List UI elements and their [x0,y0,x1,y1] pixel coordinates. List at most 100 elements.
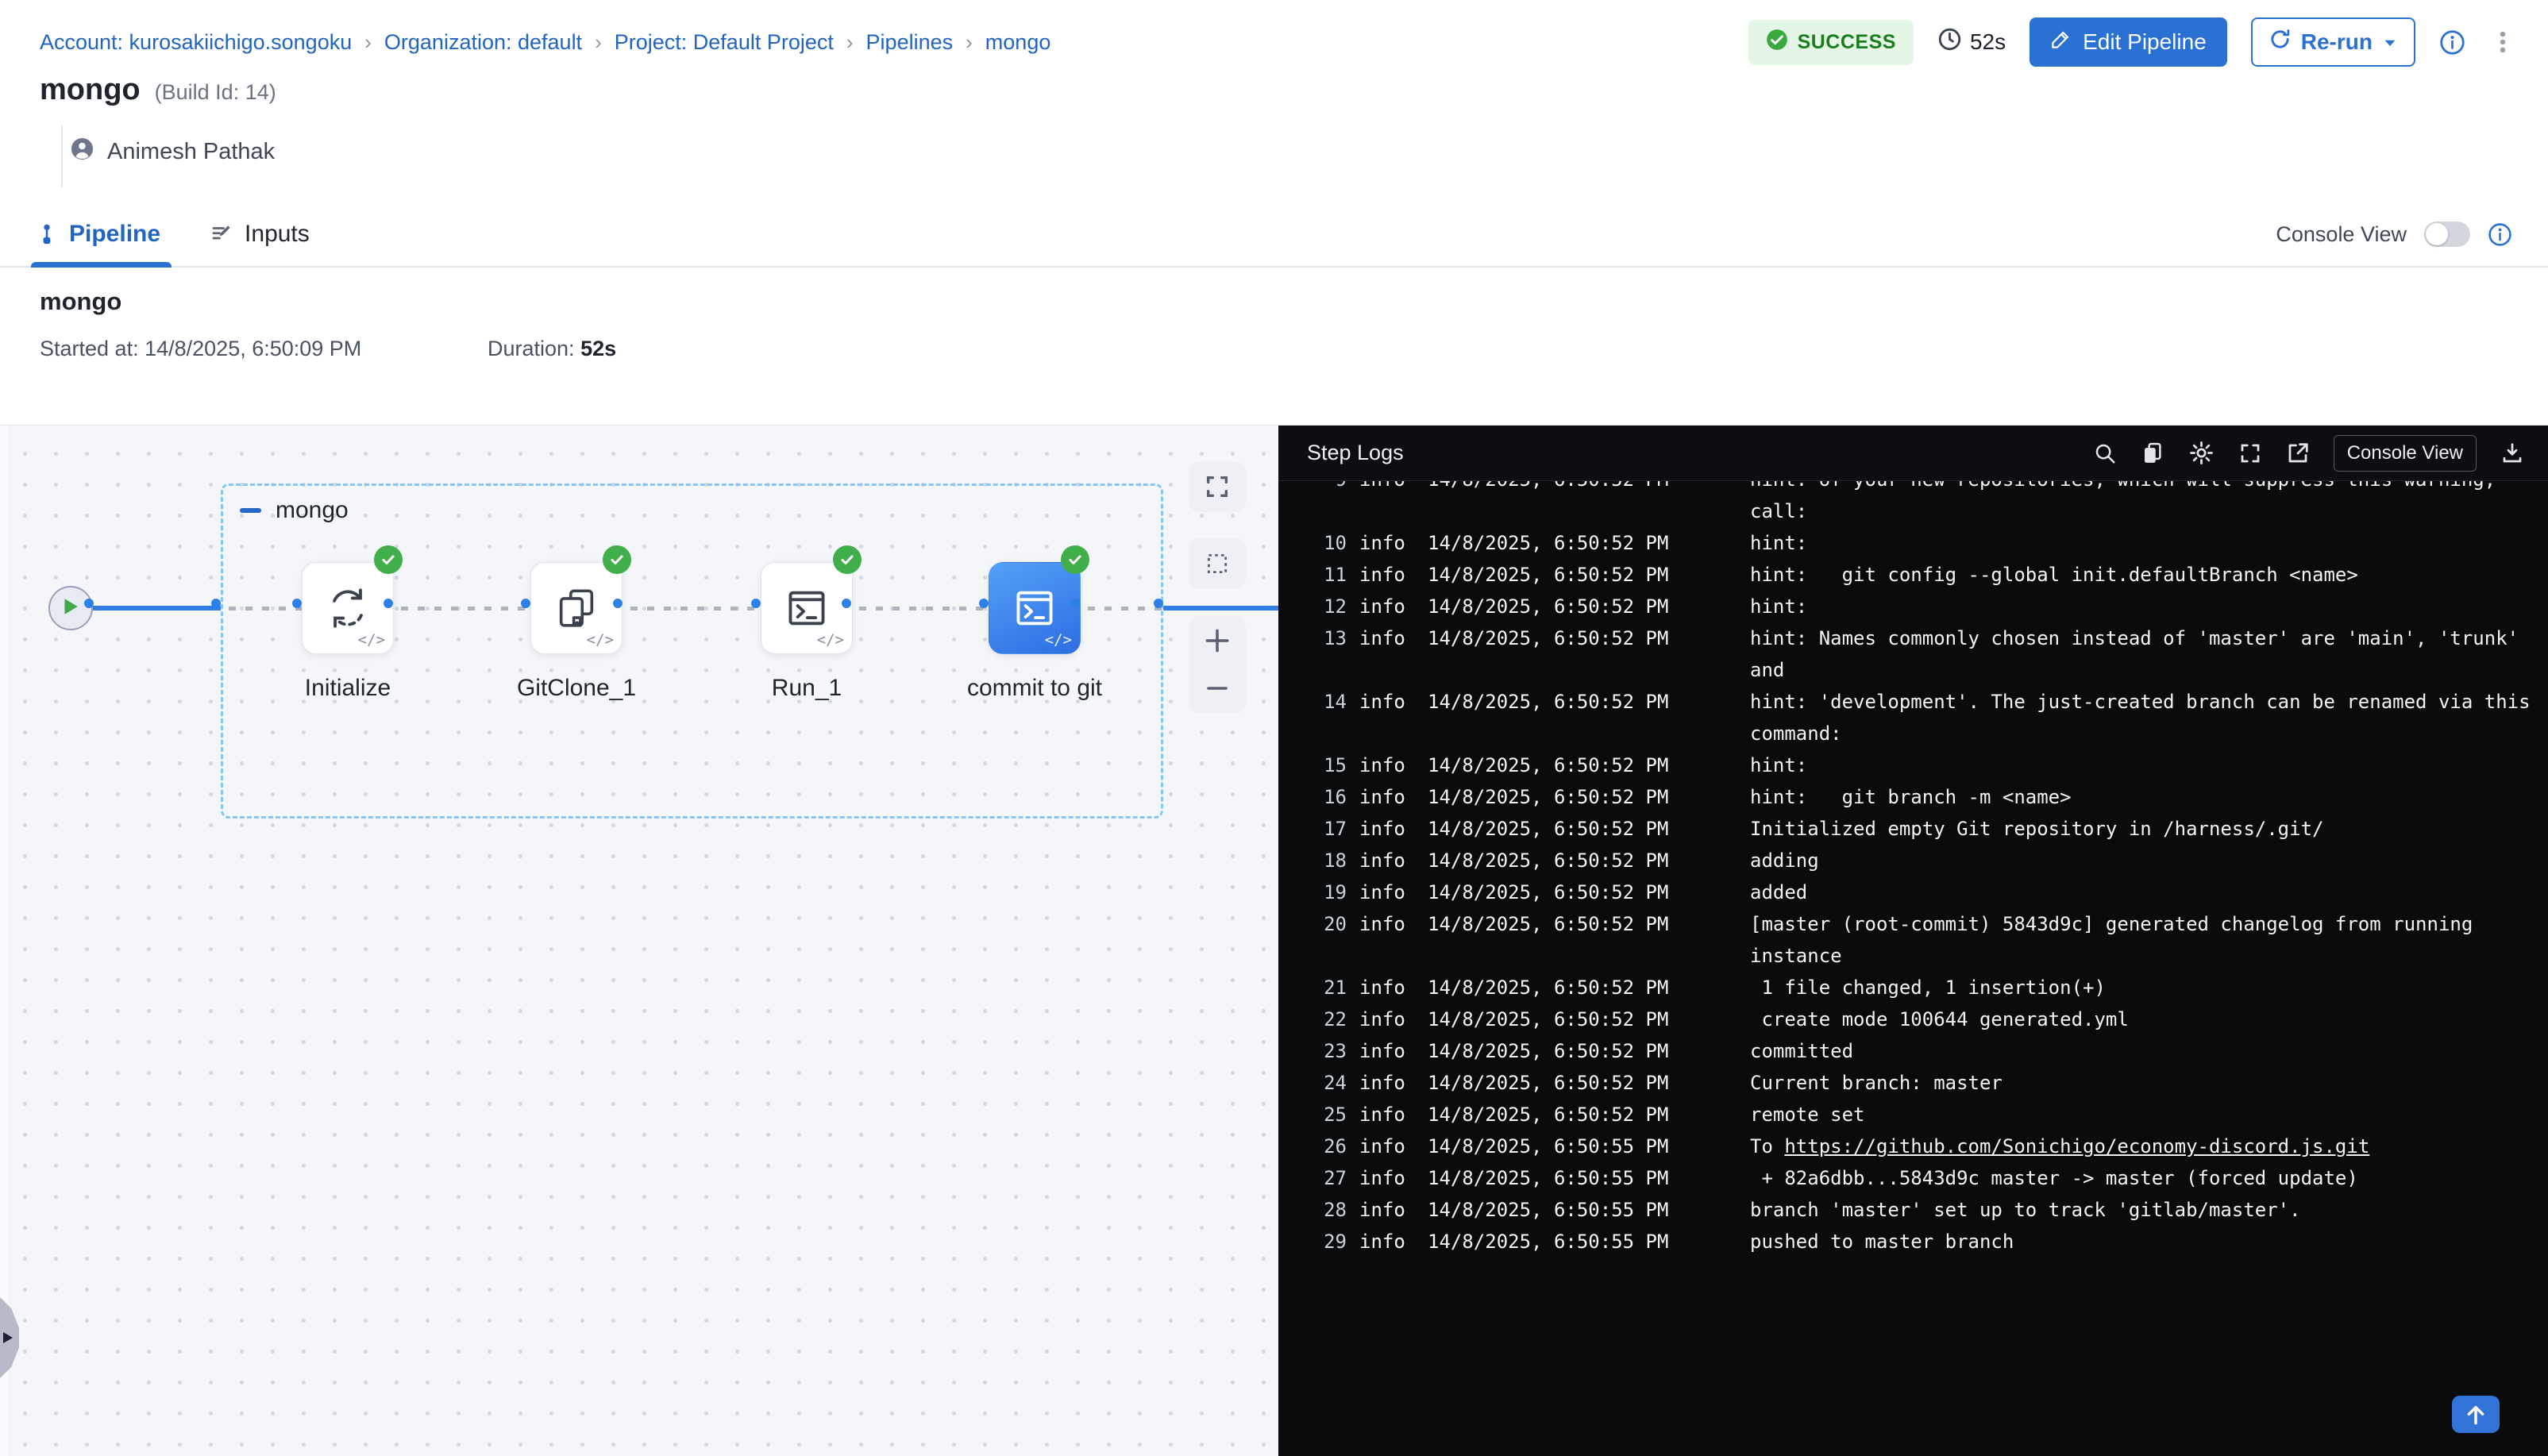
edit-pipeline-button[interactable]: Edit Pipeline [2030,17,2227,67]
log-row: 25info14/8/2025, 6:50:52 PMremote set [1313,1099,2548,1131]
expand-panel-handle[interactable] [0,1297,19,1378]
log-message: hint: git config --global init.defaultBr… [1750,559,2548,591]
kebab-menu-icon[interactable] [2489,29,2516,56]
log-message-text: hint: Names commonly chosen instead of '… [1750,622,2548,654]
tab-inputs-label: Inputs [245,221,310,248]
rerun-button[interactable]: Re-run [2251,17,2415,67]
code-glyph-icon: </> [817,631,844,649]
log-level: info [1359,1194,1415,1226]
tab-pipeline[interactable]: Pipeline [36,202,160,266]
log-fullscreen-icon[interactable] [2238,441,2262,465]
edge-stage-to-initialize [229,607,302,611]
step-logs-header: Step Logs Console View [1278,426,2548,481]
log-message: 1 file changed, 1 insertion(+) [1750,972,2548,1003]
log-message: hint: of your new repositories, which wi… [1750,481,2548,527]
expand-arrow-icon [2,1331,13,1344]
log-row: 24info14/8/2025, 6:50:52 PMCurrent branc… [1313,1067,2548,1099]
log-row: 11info14/8/2025, 6:50:52 PMhint: git con… [1313,559,2548,591]
connector-dot [1070,599,1080,608]
log-line-number: 13 [1313,622,1347,654]
pipeline-node-run-1[interactable]: </> [761,562,853,654]
log-level: info [1359,749,1415,781]
success-badge-icon [1061,545,1089,574]
log-timestamp: 14/8/2025, 6:50:52 PM [1428,481,1737,495]
log-level: info [1359,622,1415,654]
log-timestamp: 14/8/2025, 6:50:52 PM [1428,876,1737,908]
log-message: added [1750,876,2548,908]
log-search-icon[interactable] [2093,441,2117,465]
node-label: Initialize [305,675,391,702]
stage-collapse-icon[interactable] [240,508,261,513]
console-view-label: Console View [2276,222,2407,247]
log-message-text: hint: 'development'. The just-created br… [1750,686,2548,718]
zoom-out-button[interactable] [1202,673,1232,703]
log-line-number: 24 [1313,1067,1347,1099]
log-message: + 82a6dbb...5843d9c master -> master (fo… [1750,1162,2548,1194]
log-settings-icon[interactable] [2188,440,2215,466]
log-message: adding [1750,845,2548,876]
log-link[interactable]: https://github.com/Sonichigo/economy-dis… [1784,1135,2369,1157]
log-line-number: 9 [1313,481,1347,495]
pencil-icon [2050,29,2072,56]
pipeline-node-commit-to-git[interactable]: </> [989,562,1081,654]
log-timestamp: 14/8/2025, 6:50:52 PM [1428,591,1737,622]
status-label: SUCCESS [1798,31,1896,54]
connector-dot [751,599,761,608]
log-level: info [1359,686,1415,718]
started-label: Started at: [40,337,139,360]
pipeline-node-gitclone-1[interactable]: </> [530,562,623,654]
log-message: hint: git branch -m <name> [1750,781,2548,813]
canvas-select-button[interactable] [1189,538,1246,589]
log-message: committed [1750,1035,2548,1067]
log-line-number: 29 [1313,1226,1347,1258]
log-timestamp: 14/8/2025, 6:50:52 PM [1428,908,1737,940]
log-message-text: hint: [1750,527,2548,559]
log-message-text: and [1750,654,2548,686]
log-message-text: To [1750,1135,1784,1157]
log-copy-icon[interactable] [2141,441,2164,465]
pipeline-start-node[interactable] [48,586,93,630]
log-line-number: 15 [1313,749,1347,781]
breadcrumb-link-1[interactable]: Organization: default [384,30,582,55]
pipeline-node-wrapper-initialize: </>Initialize [302,562,394,654]
tab-inputs[interactable]: Inputs [210,202,310,266]
scroll-to-top-button[interactable] [2452,1396,2500,1433]
pipeline-canvas[interactable]: mongo </>Initialize</>GitClone_1</>Run_1… [0,426,1278,1456]
breadcrumb-link-0[interactable]: Account: kurosakiichigo.songoku [40,30,352,55]
title-block: mongo (Build Id: 14) [40,73,276,107]
log-timestamp: 14/8/2025, 6:50:52 PM [1428,622,1737,654]
log-message: Initialized empty Git repository in /har… [1750,813,2548,845]
log-row: 13 info 14/8/2025, 6:50:52 PM hint: Names c… [1313,622,2548,686]
duration-chip: 52s [1937,27,2006,57]
zoom-in-button[interactable] [1202,626,1232,656]
log-level: info [1359,1162,1415,1194]
pipeline-info-icon[interactable] [2439,29,2465,56]
log-level: info [1359,481,1415,495]
breadcrumb-link-3[interactable]: Pipelines [866,30,954,55]
canvas-fullscreen-button[interactable] [1189,461,1246,512]
log-line-number: 16 [1313,781,1347,813]
connector-dot [979,599,989,608]
duration-total: 52s [580,337,616,360]
duration-label: Duration: [488,337,575,360]
console-view-info-icon[interactable] [2488,222,2512,247]
log-level: info [1359,972,1415,1003]
log-timestamp: 14/8/2025, 6:50:52 PM [1428,845,1737,876]
pipeline-node-initialize[interactable]: </> [302,562,394,654]
log-open-in-new-icon[interactable] [2286,441,2310,465]
log-level: info [1359,1035,1415,1067]
console-view-toggle[interactable] [2424,221,2470,247]
stage-label: mongo [276,497,349,524]
breadcrumb-link-4[interactable]: mongo [985,30,1051,55]
breadcrumb-link-2[interactable]: Project: Default Project [615,30,834,55]
log-download-icon[interactable] [2500,441,2524,465]
connector-dot [384,599,393,608]
log-console-view-button[interactable]: Console View [2334,435,2477,472]
edge-gitclone-to-run [630,607,761,611]
log-level: info [1359,876,1415,908]
log-level: info [1359,813,1415,845]
log-line-number: 22 [1313,1003,1347,1035]
log-message-text: adding [1750,845,2548,876]
connector-dot [1154,599,1163,608]
log-row: 9 info 14/8/2025, 6:50:52 PM hint: of your … [1313,481,2548,527]
